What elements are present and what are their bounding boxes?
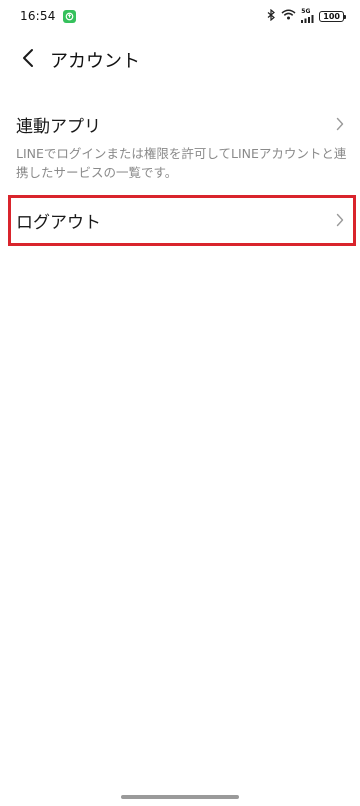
status-time: 16:54 bbox=[20, 9, 56, 23]
account-screen: 16:54 5G 100 アカウント 連動アプリ LINEでログインまたは権限を… bbox=[0, 0, 360, 806]
home-indicator[interactable] bbox=[121, 795, 239, 799]
chevron-left-icon bbox=[22, 48, 34, 72]
status-bar: 16:54 5G 100 bbox=[0, 0, 360, 32]
notification-icon bbox=[62, 9, 76, 23]
signal-icon: 5G bbox=[301, 9, 314, 23]
logout-label: ログアウト bbox=[16, 212, 101, 233]
chevron-right-icon bbox=[336, 213, 344, 227]
battery-icon: 100 bbox=[319, 10, 346, 22]
bluetooth-icon bbox=[267, 8, 276, 24]
battery-level: 100 bbox=[323, 11, 340, 21]
linked-apps-row[interactable]: 連動アプリ bbox=[0, 104, 360, 144]
page-title: アカウント bbox=[50, 51, 140, 72]
chevron-right-icon bbox=[336, 117, 344, 131]
app-header: アカウント bbox=[0, 40, 360, 80]
linked-apps-label: 連動アプリ bbox=[16, 116, 101, 137]
linked-apps-description: LINEでログインまたは権限を許可してLINEアカウントと連携したサービスの一覧… bbox=[16, 146, 347, 180]
wifi-icon bbox=[281, 9, 296, 23]
logout-row[interactable]: ログアウト bbox=[0, 196, 360, 244]
status-icons: 5G 100 bbox=[267, 8, 346, 24]
back-button[interactable] bbox=[8, 40, 48, 80]
